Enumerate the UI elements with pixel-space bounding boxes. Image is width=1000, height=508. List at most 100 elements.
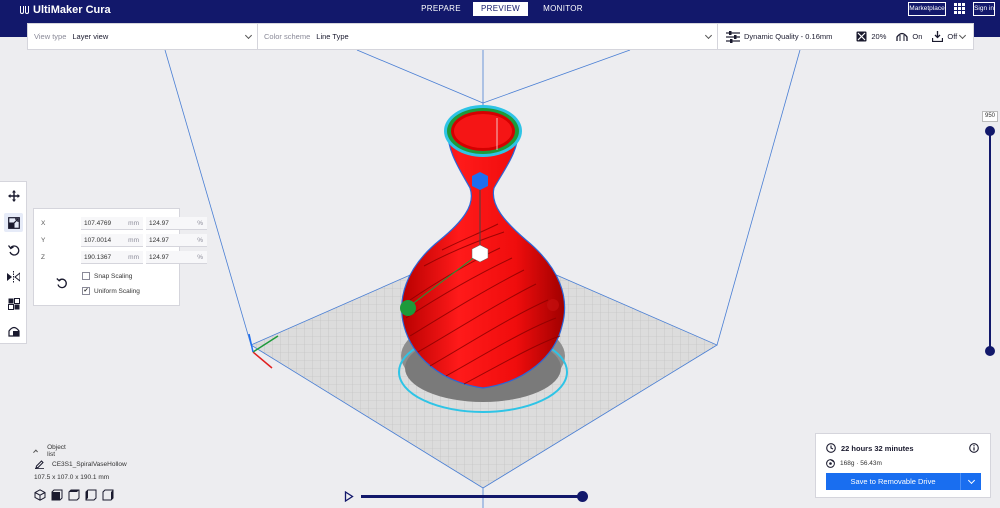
unit-percent: %: [197, 220, 203, 227]
view-type-dropdown[interactable]: View type Layer view: [28, 24, 258, 49]
layer-slider-track[interactable]: [989, 131, 991, 351]
sliders-icon: [726, 30, 740, 43]
save-to-removable-drive-button[interactable]: Save to Removable Drive: [826, 473, 981, 490]
snap-scaling-label: Snap Scaling: [94, 272, 133, 280]
scale-tool-panel: X 107.4769 mm 124.97 % Y 107.0014 mm 124…: [33, 208, 207, 306]
tab-prepare[interactable]: PREPARE: [412, 2, 470, 16]
support-icon: [896, 32, 909, 41]
checkbox-checked-icon: ✔: [82, 287, 90, 295]
support-value: On: [912, 32, 923, 41]
layer-number-input[interactable]: 950: [982, 111, 998, 122]
adhesion-value: Off: [947, 32, 958, 41]
print-time-value: 22 hours 32 minutes: [841, 443, 914, 453]
unit-percent: %: [197, 237, 203, 244]
axis-label-y: Y: [41, 237, 46, 244]
object-list-toggle[interactable]: Object list: [33, 444, 67, 458]
checkbox-unchecked-icon: [82, 272, 90, 280]
support-blocker-button[interactable]: [4, 321, 23, 340]
quality-value: Dynamic Quality - 0.16mm: [744, 32, 833, 41]
scale-y-mm-input[interactable]: 107.0014 mm: [81, 234, 143, 247]
scale-y-percent-value: 124.97: [149, 237, 169, 244]
print-info-panel: 22 hours 32 minutes 168g · 56.43m Save t…: [815, 433, 991, 498]
scale-z-percent-input[interactable]: 124.97 %: [146, 251, 207, 264]
scale-icon: [7, 216, 20, 229]
scale-y-mm-value: 107.0014: [84, 237, 112, 244]
unit-mm: mm: [128, 220, 139, 227]
scale-handle-x: [400, 300, 416, 316]
info-icon[interactable]: [969, 443, 979, 453]
app-logo: UltiMaker Cura: [20, 3, 111, 17]
per-model-settings-button[interactable]: [4, 294, 23, 313]
right-view-icon[interactable]: [102, 489, 114, 501]
unit-mm: mm: [128, 254, 139, 261]
save-options-dropdown[interactable]: [960, 473, 981, 490]
object-dimensions: 107.5 x 107.0 x 190.1 mm: [34, 474, 110, 481]
simulation-slider-track[interactable]: [361, 495, 582, 498]
layer-slider-lower-handle[interactable]: [985, 346, 995, 356]
scale-handle-center: [471, 244, 489, 263]
color-scheme-dropdown[interactable]: Color scheme Line Type: [258, 24, 718, 49]
clock-icon: [826, 443, 836, 453]
left-view-icon[interactable]: [85, 489, 97, 501]
scale-x-percent-value: 124.97: [149, 220, 169, 227]
stage-tabs: PREPARE PREVIEW MONITOR: [412, 2, 597, 16]
chevron-down-icon: [967, 476, 975, 484]
mirror-tool-button[interactable]: [4, 267, 23, 286]
infill-value: 20%: [871, 32, 887, 41]
scale-z-mm-value: 190.1367: [84, 254, 112, 261]
top-view-icon[interactable]: [68, 489, 80, 501]
adhesion-icon: [932, 31, 944, 42]
layer-slider-upper-handle[interactable]: [985, 126, 995, 136]
per-model-settings-icon: [7, 297, 20, 310]
stage-toolbar: View type Layer view Color scheme Line T…: [27, 23, 974, 50]
quality-setting[interactable]: Dynamic Quality - 0.16mm: [726, 30, 833, 43]
infill-icon: [856, 31, 867, 42]
front-view-icon[interactable]: [51, 489, 63, 501]
app-title: UltiMaker Cura: [33, 4, 111, 16]
unit-percent: %: [197, 254, 203, 261]
uniform-scaling-label: Uniform Scaling: [94, 287, 140, 295]
simulation-slider-handle[interactable]: [577, 491, 588, 502]
rotate-icon: [7, 244, 19, 256]
tab-monitor[interactable]: MONITOR: [530, 2, 596, 16]
save-button-label: Save to Removable Drive: [850, 477, 936, 486]
scale-x-mm-value: 107.4769: [84, 220, 112, 227]
infill-setting[interactable]: 20%: [856, 31, 886, 42]
print-time: 22 hours 32 minutes: [826, 443, 914, 453]
play-simulation-icon[interactable]: [344, 491, 354, 502]
scale-x-mm-input[interactable]: 107.4769 mm: [81, 217, 143, 230]
rotate-tool-button[interactable]: [4, 240, 23, 259]
scale-x-percent-input[interactable]: 124.97 %: [146, 217, 207, 230]
sign-in-button[interactable]: Sign in: [973, 2, 995, 16]
tab-preview[interactable]: PREVIEW: [473, 2, 528, 16]
unit-mm: mm: [128, 237, 139, 244]
marketplace-button[interactable]: Marketplace: [908, 2, 946, 16]
support-setting[interactable]: On: [896, 31, 922, 42]
color-scheme-value: Line Type: [316, 32, 349, 41]
object-name: CE3S1_SpiralVaseHollow: [52, 461, 127, 468]
adhesion-setting[interactable]: Off: [932, 31, 957, 42]
scale-z-percent-value: 124.97: [149, 254, 169, 261]
support-blocker-icon: [7, 326, 20, 337]
object-list-item[interactable]: CE3S1_SpiralVaseHollow: [35, 460, 127, 469]
apps-grid-icon[interactable]: [954, 3, 965, 14]
tool-sidebar: [0, 181, 27, 344]
3d-view-icon[interactable]: [34, 489, 46, 501]
object-list-title: Object list: [47, 444, 66, 458]
snap-scaling-checkbox[interactable]: Snap Scaling: [82, 272, 132, 280]
material-usage: 168g · 56.43m: [826, 459, 882, 468]
scale-tool-button[interactable]: [4, 213, 23, 232]
view-type-value: Layer view: [72, 32, 109, 41]
uniform-scaling-checkbox[interactable]: ✔ Uniform Scaling: [82, 287, 140, 295]
scale-y-percent-input[interactable]: 124.97 %: [146, 234, 207, 247]
scale-row-y: Y 107.0014 mm 124.97 %: [34, 234, 207, 247]
axis-label-z: Z: [41, 254, 45, 261]
reset-scale-icon[interactable]: [56, 277, 68, 289]
scale-row-z: Z 190.1367 mm 124.97 %: [34, 251, 207, 264]
move-tool-button[interactable]: [4, 186, 23, 205]
pencil-icon: [35, 460, 44, 469]
print-settings-selector[interactable]: Dynamic Quality - 0.16mm 20% On Off: [718, 24, 973, 49]
scale-z-mm-input[interactable]: 190.1367 mm: [81, 251, 143, 264]
scale-row-x: X 107.4769 mm 124.97 %: [34, 217, 207, 230]
material-usage-value: 168g · 56.43m: [840, 460, 882, 467]
